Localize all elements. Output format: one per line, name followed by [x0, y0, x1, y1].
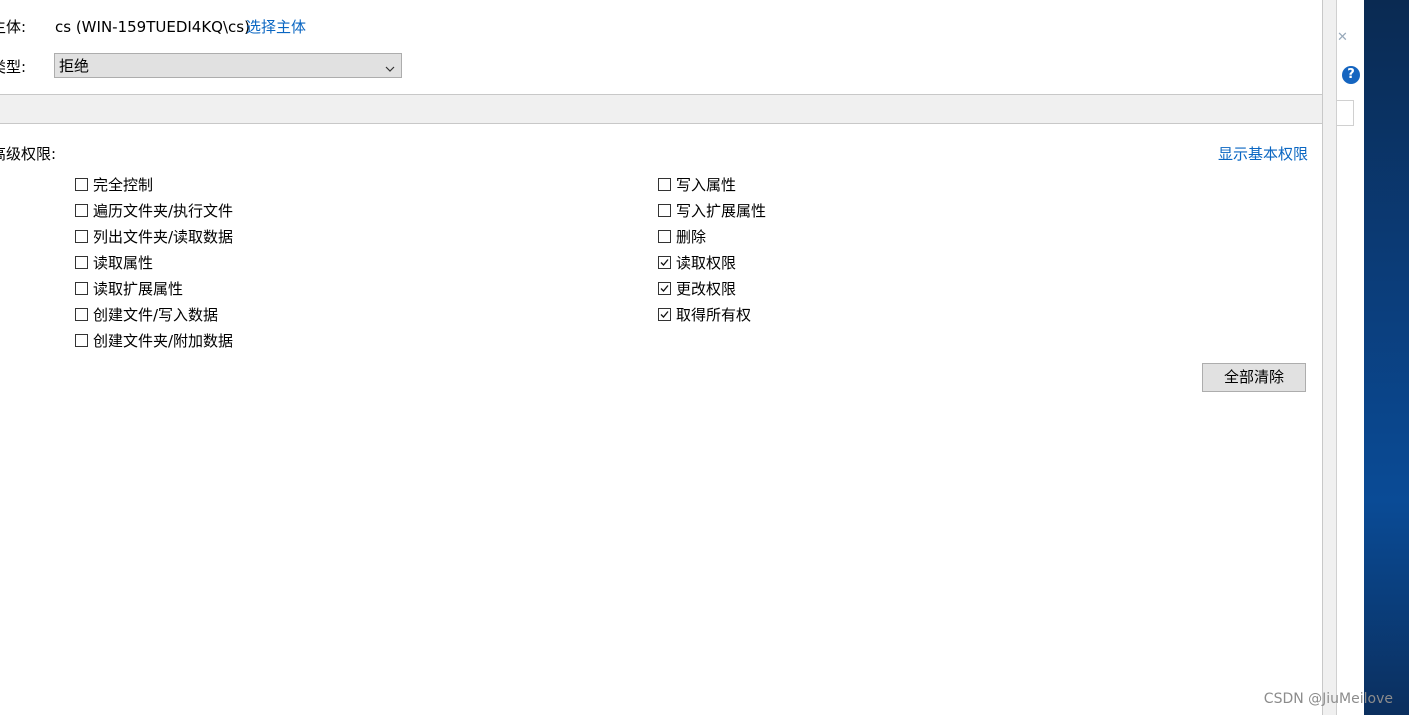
permission-checkbox[interactable] — [75, 229, 88, 243]
permission-item[interactable]: 创建文件/写入数据 — [75, 304, 218, 324]
select-principal-link[interactable]: 选择主体 — [246, 17, 306, 37]
section-separator — [0, 95, 1322, 124]
permission-label: 读取属性 — [93, 253, 154, 272]
permission-checkbox[interactable] — [658, 177, 671, 191]
permission-label: 列出文件夹/读取数据 — [93, 227, 234, 246]
permission-checkbox[interactable] — [658, 229, 671, 243]
permission-checkbox[interactable] — [658, 255, 671, 269]
permission-item[interactable]: 遍历文件夹/执行文件 — [75, 200, 233, 220]
permission-label: 创建文件夹/附加数据 — [93, 331, 234, 350]
permission-label: 遍历文件夹/执行文件 — [93, 201, 234, 220]
permission-checkbox[interactable] — [75, 281, 88, 295]
permission-checkbox[interactable] — [75, 255, 88, 269]
permission-item[interactable]: 删除 — [658, 226, 706, 246]
permission-label: 完全控制 — [93, 175, 154, 194]
principal-label: 主体: — [0, 18, 27, 36]
permission-checkbox[interactable] — [658, 307, 671, 321]
permission-item[interactable]: 读取权限 — [658, 252, 736, 272]
permission-item[interactable]: 取得所有权 — [658, 304, 751, 324]
watermark: CSDN @JiuMeilove — [1263, 691, 1393, 707]
type-select-value: 拒绝 — [59, 57, 90, 75]
permission-item[interactable]: 写入属性 — [658, 174, 736, 194]
advanced-permissions-heading: 高级权限: — [0, 145, 57, 163]
background-field — [1337, 100, 1354, 126]
permission-label: 读取权限 — [676, 253, 737, 272]
permission-item[interactable]: 更改权限 — [658, 278, 736, 298]
type-select[interactable]: 拒绝 — [54, 53, 402, 78]
permission-label: 更改权限 — [676, 279, 737, 298]
permission-checkbox[interactable] — [75, 307, 88, 321]
permission-checkbox[interactable] — [75, 203, 88, 217]
permission-item[interactable]: 列出文件夹/读取数据 — [75, 226, 233, 246]
desktop-background — [1364, 0, 1409, 715]
permission-checkbox[interactable] — [75, 177, 88, 191]
permission-label: 读取扩展属性 — [93, 279, 184, 298]
clear-all-button[interactable]: 全部清除 — [1202, 363, 1306, 392]
permission-item[interactable]: 创建文件夹/附加数据 — [75, 330, 233, 350]
permission-checkbox[interactable] — [658, 203, 671, 217]
principal-section: 主体: cs (WIN-159TUEDI4KQ\cs) 选择主体 类型: 拒绝 — [0, 0, 1322, 95]
permission-checkbox[interactable] — [75, 333, 88, 347]
permission-entry-dialog: 主体: cs (WIN-159TUEDI4KQ\cs) 选择主体 类型: 拒绝 … — [0, 0, 1323, 715]
permission-item[interactable]: 完全控制 — [75, 174, 153, 194]
background-window-strip: ✕ ? — [1336, 0, 1365, 715]
type-label: 类型: — [0, 58, 27, 76]
permission-label: 删除 — [676, 227, 707, 246]
show-basic-permissions-link[interactable]: 显示基本权限 — [1218, 144, 1308, 164]
window-gap — [1323, 0, 1336, 715]
permission-label: 写入扩展属性 — [676, 201, 767, 220]
permission-item[interactable]: 读取扩展属性 — [75, 278, 183, 298]
permission-label: 取得所有权 — [676, 305, 752, 324]
chevron-down-icon — [385, 60, 395, 72]
permission-checkbox[interactable] — [658, 281, 671, 295]
help-icon[interactable]: ? — [1342, 66, 1360, 84]
permission-item[interactable]: 写入扩展属性 — [658, 200, 766, 220]
permission-label: 创建文件/写入数据 — [93, 305, 219, 324]
permission-label: 写入属性 — [676, 175, 737, 194]
permission-item[interactable]: 读取属性 — [75, 252, 153, 272]
close-icon[interactable]: ✕ — [1337, 30, 1348, 45]
principal-value: cs (WIN-159TUEDI4KQ\cs) — [55, 18, 250, 36]
